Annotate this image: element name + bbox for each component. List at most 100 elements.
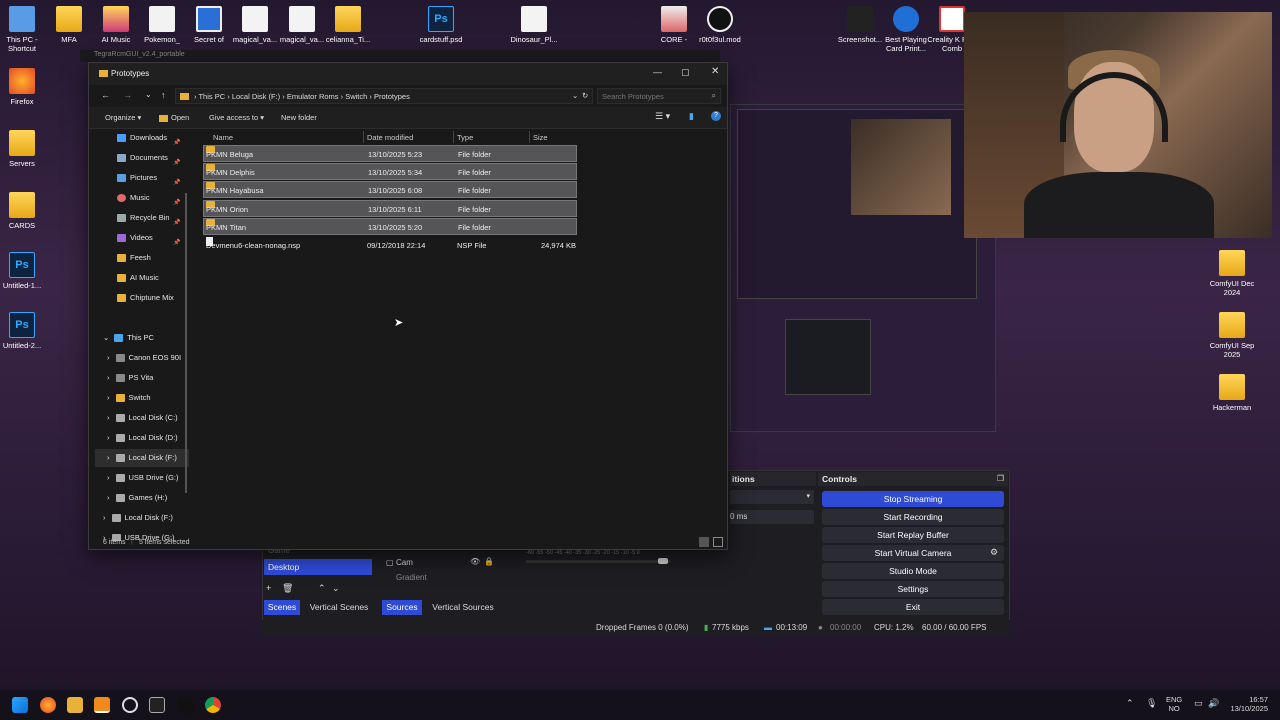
nav-item-feesh[interactable]: Feesh [117, 249, 151, 267]
app-icon[interactable] [177, 697, 193, 713]
desktop-icon-mod[interactable]: r0t0f3ul.mod [690, 6, 750, 44]
tiles-view-icon[interactable] [713, 537, 723, 547]
desktop-icon-servers[interactable]: Servers [0, 130, 52, 168]
duration-field[interactable]: 0 ms [730, 510, 814, 524]
chevron-down-icon[interactable]: ⌄ [145, 90, 152, 99]
network-icon[interactable]: ▭ [1194, 698, 1203, 709]
nav-item-pictures[interactable]: Pictures [117, 169, 157, 187]
nav-item-downloads[interactable]: Downloads [117, 129, 167, 147]
navigation-scrollbar[interactable] [185, 193, 187, 493]
tree-local-disk-d[interactable]: › Local Disk (D:) [107, 429, 178, 447]
new-folder-button[interactable]: New folder [281, 113, 317, 122]
tree-ps-vita[interactable]: › PS Vita [107, 369, 153, 387]
table-row[interactable]: PKMN Beluga 13/10/2025 5:23 File folder [203, 145, 577, 162]
refresh-icon[interactable]: ↻ [582, 91, 588, 100]
search-input[interactable]: Search Prototypes ⌕ [597, 88, 721, 104]
eye-icon[interactable]: 👁 [470, 557, 480, 566]
start-virtual-camera-button[interactable]: Start Virtual Camera [822, 545, 1004, 561]
column-header-name[interactable]: Name [213, 133, 233, 142]
language-indicator[interactable]: ENG NO [1166, 695, 1182, 713]
start-recording-button[interactable]: Start Recording [822, 509, 1004, 525]
tab-scenes[interactable]: Scenes [264, 600, 300, 615]
breadcrumb-item[interactable]: Switch [345, 92, 367, 101]
tree-switch[interactable]: › Switch [107, 389, 151, 407]
desktop-icon-cardstuff[interactable]: Ps cardstuff.psd [411, 6, 471, 44]
clock[interactable]: 16:57 13/10/2025 [1226, 695, 1268, 713]
table-row[interactable]: PKMN Hayabusa 13/10/2025 6:08 File folde… [203, 181, 577, 198]
nav-item-videos[interactable]: Videos [117, 229, 153, 247]
desktop-icon-firefox[interactable]: Firefox [0, 68, 52, 106]
volume-slider-handle[interactable] [658, 558, 668, 564]
breadcrumb-item[interactable]: Local Disk (F:) [232, 92, 280, 101]
source-item-cam[interactable]: ▢ Cam 👁 🔒 [384, 556, 494, 570]
nav-item-music[interactable]: Music [117, 189, 150, 207]
tree-this-pc[interactable]: ⌄ This PC [103, 329, 154, 347]
tree-local-disk-c[interactable]: › Local Disk (C:) [107, 409, 178, 427]
maximize-button[interactable]: ▢ [681, 67, 690, 78]
nav-item-documents[interactable]: Documents [117, 149, 168, 167]
up-arrow-icon[interactable]: ↑ [161, 90, 166, 100]
organize-button[interactable]: Organize ▾ [105, 113, 141, 122]
source-item-gradient[interactable]: Gradient [384, 572, 494, 584]
desktop-icon-untitled-2[interactable]: Ps Untitled-2... [0, 312, 52, 350]
chevron-down-icon[interactable]: ⌄ [572, 91, 578, 100]
studio-mode-button[interactable]: Studio Mode [822, 563, 1004, 579]
tree-usb-drive-g[interactable]: › USB Drive (G:) [107, 469, 179, 487]
terminal-icon[interactable] [149, 697, 165, 713]
help-icon[interactable]: ? [711, 111, 721, 121]
details-view-icon[interactable] [699, 537, 709, 547]
tree-local-disk-f[interactable]: › Local Disk (F:) [95, 449, 189, 467]
audio-meter[interactable]: -60 -55 -50 -45 -40 -35 -30 -25 -20 -15 … [512, 550, 672, 570]
desktop-icon-comfyui-sep[interactable]: ComfyUI Sep 2025 [1202, 312, 1262, 359]
desktop-icon-hackerman[interactable]: Hackerman [1202, 374, 1262, 412]
address-bar[interactable]: › This PC › Local Disk (F:) › Emulator R… [175, 88, 593, 104]
volume-icon[interactable]: 🔊 [1208, 698, 1219, 709]
breadcrumb-item[interactable]: This PC [198, 92, 225, 101]
tab-sources[interactable]: Sources [382, 600, 422, 615]
column-header-date[interactable]: Date modified [367, 133, 413, 142]
table-row[interactable]: PKMN Delphis 13/10/2025 5:34 File folder [203, 163, 577, 180]
trash-icon[interactable]: 🗑 [282, 583, 293, 594]
chevron-up-icon[interactable]: ⌃ [318, 583, 326, 594]
nav-item-ai-music[interactable]: AI Music [117, 269, 159, 287]
chevron-up-icon[interactable]: ⌃ [1126, 698, 1134, 709]
start-replay-buffer-button[interactable]: Start Replay Buffer [822, 527, 1004, 543]
vlc-icon[interactable] [94, 697, 110, 713]
nav-item-recycle-bin[interactable]: Recycle Bin [117, 209, 170, 227]
virtual-camera-settings-icon[interactable]: ⚙ [990, 547, 998, 558]
open-button[interactable]: Open [159, 113, 189, 122]
lock-icon[interactable]: 🔒 [484, 557, 494, 566]
tree-local-disk-f-2[interactable]: › Local Disk (F:) [103, 509, 173, 527]
desktop-icon-dinosaur[interactable]: Dinosaur_Pl... [504, 6, 564, 44]
scene-item-selected[interactable]: Desktop [264, 559, 372, 575]
tree-canon[interactable]: › Canon EOS 90I [107, 349, 181, 367]
desktop-icon-comfyui-dec[interactable]: ComfyUI Dec 2024 [1202, 250, 1262, 297]
transition-select[interactable]: ▾ [730, 490, 814, 504]
desktop-icon-untitled-1[interactable]: Ps Untitled-1... [0, 252, 52, 290]
forward-arrow-icon[interactable]: → [123, 90, 132, 100]
obs-preview[interactable] [730, 104, 996, 432]
settings-button[interactable]: Settings [822, 581, 1004, 597]
firefox-icon[interactable] [40, 697, 56, 713]
breadcrumb-item[interactable]: Prototypes [374, 92, 410, 101]
undock-icon[interactable]: ❐ [997, 474, 1004, 483]
desktop-icon-celianna[interactable]: celianna_Ti... [318, 6, 378, 44]
tab-vertical-scenes[interactable]: Vertical Scenes [304, 600, 374, 615]
nav-item-chiptune-mix[interactable]: Chiptune Mix [117, 289, 174, 307]
close-button[interactable]: ✕ [711, 66, 719, 77]
file-explorer-icon[interactable] [67, 697, 83, 713]
view-options-icon[interactable]: ☰ ▾ [655, 111, 670, 122]
desktop-icon-cards[interactable]: CARDS [0, 192, 52, 230]
add-icon[interactable]: + [266, 583, 271, 593]
tab-vertical-sources[interactable]: Vertical Sources [426, 600, 500, 615]
exit-button[interactable]: Exit [822, 599, 1004, 615]
obs-icon[interactable] [122, 697, 138, 713]
tree-games-h[interactable]: › Games (H:) [107, 489, 167, 507]
table-row[interactable]: PKMN Orion 13/10/2025 6:11 File folder [203, 200, 577, 217]
table-row[interactable]: Devmenu6-clean-nonag.nsp 09/12/2018 22:1… [203, 237, 577, 254]
back-arrow-icon[interactable]: ← [101, 90, 110, 100]
microphone-icon[interactable]: 🎙 [1146, 698, 1157, 709]
give-access-button[interactable]: Give access to ▾ [209, 113, 264, 122]
start-button-icon[interactable] [12, 697, 28, 713]
minimize-button[interactable]: — [653, 67, 662, 77]
